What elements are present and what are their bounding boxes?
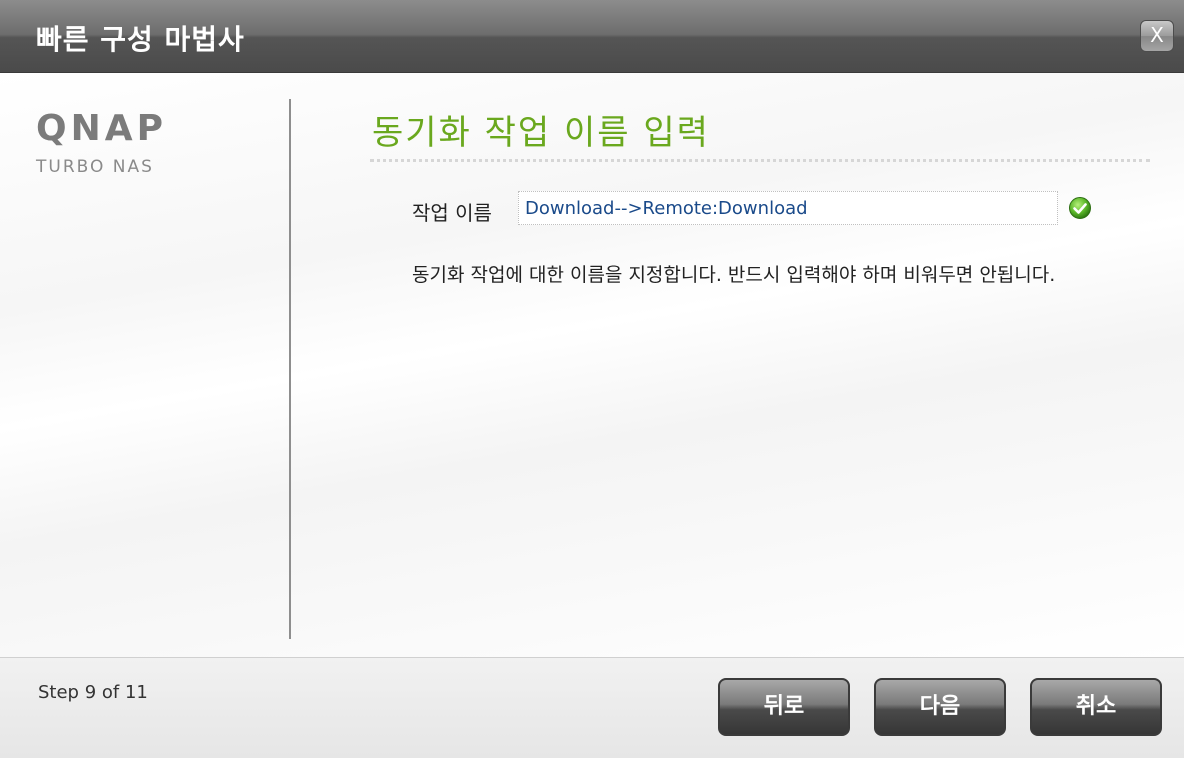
close-button[interactable]: X xyxy=(1140,20,1174,52)
quick-config-wizard-window: 빠른 구성 마법사 X QNAP TURBO NAS 동기화 작업 이름 입력 … xyxy=(0,0,1184,758)
cancel-button[interactable]: 취소 xyxy=(1030,678,1162,736)
heading-divider xyxy=(370,159,1150,162)
logo-brand: QNAP xyxy=(36,108,167,149)
sidebar-divider xyxy=(289,99,291,639)
back-button[interactable]: 뒤로 xyxy=(718,678,850,736)
close-icon: X xyxy=(1150,23,1164,47)
page-title: 동기화 작업 이름 입력 xyxy=(372,113,710,153)
wizard-content: QNAP TURBO NAS 동기화 작업 이름 입력 작업 이름 동기화 작업… xyxy=(0,73,1184,657)
check-circle-icon xyxy=(1069,197,1091,219)
title-bar: 빠른 구성 마법사 X xyxy=(0,0,1184,73)
window-title: 빠른 구성 마법사 xyxy=(36,23,245,56)
qnap-logo: QNAP TURBO NAS xyxy=(36,108,167,178)
job-name-input[interactable] xyxy=(518,191,1058,225)
wizard-footer: Step 9 of 11 뒤로 다음 취소 xyxy=(0,657,1184,758)
job-name-label: 작업 이름 xyxy=(412,201,492,225)
logo-product: TURBO NAS xyxy=(36,157,154,177)
description-text: 동기화 작업에 대한 이름을 지정합니다. 반드시 입력해야 하며 비워두면 안… xyxy=(412,264,1056,286)
next-button[interactable]: 다음 xyxy=(874,678,1006,736)
step-indicator: Step 9 of 11 xyxy=(38,682,148,703)
